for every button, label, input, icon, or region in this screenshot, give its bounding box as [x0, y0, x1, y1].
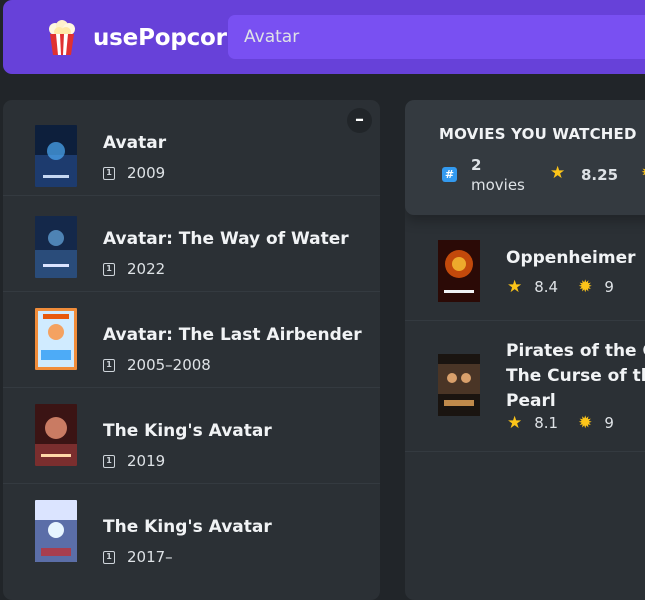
movie-poster: [35, 125, 77, 187]
movie-list-item[interactable]: Avatar: The Last Airbender 1 2005–2008: [3, 292, 380, 388]
movie-title: Avatar: [103, 133, 167, 153]
user-rating: 9: [604, 414, 614, 432]
calendar-icon: 1: [103, 454, 115, 468]
movie-title-line: Pearl: [506, 391, 556, 411]
watched-count: 2: [471, 156, 482, 174]
movie-title: Avatar: The Last Airbender: [103, 325, 362, 345]
movie-year: 1 2009: [103, 164, 165, 182]
calendar-icon: 1: [103, 166, 115, 180]
movie-year: 1 2022: [103, 260, 165, 278]
imdb-rating: 8.4: [534, 278, 559, 296]
star-icon: ★: [507, 276, 523, 297]
movie-poster: [35, 216, 77, 278]
watched-movie-item[interactable]: Pirates of the Ca The Curse of the Pearl…: [405, 321, 645, 452]
search-input[interactable]: [228, 15, 645, 59]
movie-title: The King's Avatar: [103, 421, 272, 441]
star-icon: ★: [507, 412, 523, 433]
sun-icon: ✹: [641, 165, 645, 182]
movie-list-item[interactable]: Avatar 1 2009: [3, 100, 380, 196]
calendar-icon: 1: [103, 262, 115, 276]
sun-icon: ✹: [578, 412, 593, 433]
movie-year: 1 2017–: [103, 548, 173, 566]
hash-icon: #: [442, 167, 457, 182]
movie-list-item[interactable]: Avatar: The Way of Water 1 2022: [3, 196, 380, 292]
summary-title: MOVIES YOU WATCHED: [439, 125, 637, 143]
calendar-icon: 1: [103, 358, 115, 372]
movie-poster: [438, 240, 480, 302]
movie-year-value: 2009: [127, 164, 166, 182]
movie-title-line: Pirates of the Ca: [506, 341, 645, 361]
logo: usePopcorn: [47, 20, 243, 56]
star-icon: ★: [550, 163, 566, 183]
movie-title: Avatar: The Way of Water: [103, 229, 349, 249]
watched-movie-item[interactable]: Oppenheimer ★ 8.4 ✹ 9: [405, 222, 645, 321]
watched-summary: MOVIES YOU WATCHED # 2 movies ★ 8.25 ✹: [405, 100, 645, 215]
movie-year-value: 2005–2008: [127, 356, 211, 374]
movie-stats: ★ 8.4 ✹ 9: [507, 278, 614, 296]
movie-title: The King's Avatar: [103, 517, 272, 537]
movie-title-line: The Curse of the: [506, 366, 645, 386]
watched-box: MOVIES YOU WATCHED # 2 movies ★ 8.25 ✹ O…: [405, 100, 645, 600]
collapse-toggle-button[interactable]: –: [347, 108, 372, 133]
movie-poster: [438, 354, 480, 416]
movie-list-item[interactable]: The King's Avatar 1 2017–: [3, 484, 380, 579]
sun-icon: ✹: [578, 276, 593, 297]
search-results-box: – Avatar 1 2009 Avatar: The Way of Water…: [3, 100, 380, 600]
calendar-icon: 1: [103, 550, 115, 564]
movie-year: 1 2019: [103, 452, 165, 470]
app-title: usePopcorn: [93, 25, 243, 51]
movie-stats: ★ 8.1 ✹ 9: [507, 414, 614, 432]
movie-year-value: 2017–: [127, 548, 173, 566]
movie-poster: [35, 500, 77, 562]
watched-count-unit: movies: [471, 176, 525, 194]
movie-poster: [35, 404, 77, 466]
user-rating: 9: [604, 278, 614, 296]
navbar: usePopcorn: [3, 0, 645, 74]
movie-year: 1 2005–2008: [103, 356, 211, 374]
movie-year-value: 2022: [127, 260, 166, 278]
movie-year-value: 2019: [127, 452, 166, 470]
avg-imdb-rating: 8.25: [581, 166, 619, 184]
movie-poster: [35, 308, 77, 370]
movie-title: Oppenheimer: [506, 248, 636, 268]
imdb-rating: 8.1: [534, 414, 559, 432]
movie-list-item[interactable]: The King's Avatar 1 2019: [3, 388, 380, 484]
popcorn-icon: [49, 20, 75, 55]
